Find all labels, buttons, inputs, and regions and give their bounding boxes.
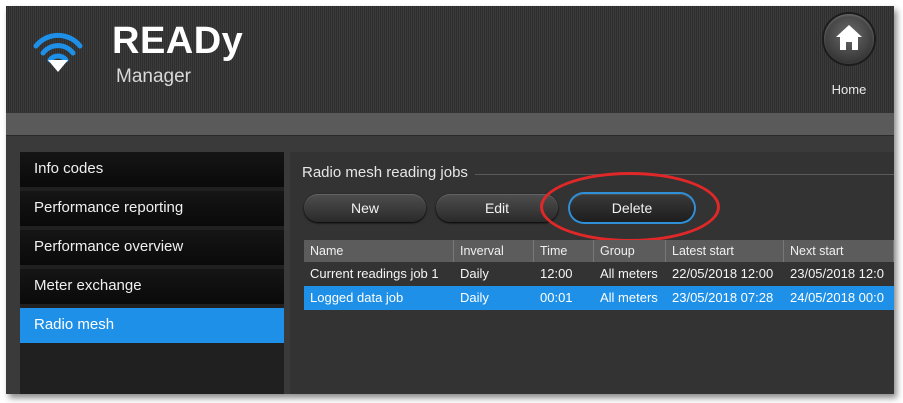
home-icon xyxy=(824,14,874,64)
new-button[interactable]: New xyxy=(304,194,426,222)
home-button[interactable]: Home xyxy=(821,14,877,110)
table-cell: All meters xyxy=(600,290,658,305)
sidebar-item-label: Performance overview xyxy=(34,238,184,255)
table-cell: Logged data job xyxy=(310,290,404,305)
table-cell: 22/05/2018 12:00 xyxy=(672,266,774,281)
main-panel: Radio mesh reading jobs New Edit Delete … xyxy=(290,152,894,394)
toolbar-strip xyxy=(6,113,894,136)
table-cell: 00:01 xyxy=(540,290,573,305)
sidebar-item-performance-reporting[interactable]: Performance reporting xyxy=(20,191,284,226)
table-cell: 12:00 xyxy=(540,266,573,281)
column-header-time[interactable]: Time xyxy=(534,240,594,262)
column-header-latest-start[interactable]: Latest start xyxy=(666,240,784,262)
column-header-group[interactable]: Group xyxy=(594,240,666,262)
column-header-name[interactable]: Name xyxy=(304,240,454,262)
brand-title: READy xyxy=(112,20,244,62)
app-header: READy Manager Home xyxy=(6,6,894,113)
edit-button[interactable]: Edit xyxy=(436,194,558,222)
column-header-interval[interactable]: Inverval xyxy=(454,240,534,262)
sidebar-item-label: Performance reporting xyxy=(34,199,184,216)
sidebar-item-info-codes[interactable]: Info codes xyxy=(20,152,284,187)
brand-subtitle: Manager xyxy=(116,66,191,87)
sidebar-item-label: Radio mesh xyxy=(34,316,115,333)
table-row[interactable]: Current readings job 1 Daily 12:00 All m… xyxy=(304,262,894,286)
table-row[interactable]: Logged data job Daily 00:01 All meters 2… xyxy=(304,286,894,310)
table-cell: 24/05/2018 00:0 xyxy=(790,290,884,305)
sidebar-item-performance-overview[interactable]: Performance overview xyxy=(20,230,284,265)
wifi-download-icon xyxy=(32,24,84,76)
table-cell: All meters xyxy=(600,266,658,281)
sidebar: Info codes Performance reporting Perform… xyxy=(20,152,284,394)
table-cell: Daily xyxy=(460,290,489,305)
table-cell: 23/05/2018 12:0 xyxy=(790,266,884,281)
table-cell: Current readings job 1 xyxy=(310,266,439,281)
table-header: Name Inverval Time Group Latest start Ne… xyxy=(304,240,894,262)
sidebar-item-label: Info codes xyxy=(34,160,104,177)
section-title: Radio mesh reading jobs xyxy=(302,164,468,181)
sidebar-item-meter-exchange[interactable]: Meter exchange xyxy=(20,269,284,304)
column-header-next-start[interactable]: Next start xyxy=(784,240,894,262)
home-label: Home xyxy=(831,82,867,97)
app-window: READy Manager Home Info codes Performanc… xyxy=(6,6,894,394)
section-divider xyxy=(475,174,894,175)
table-cell: 23/05/2018 07:28 xyxy=(672,290,774,305)
sidebar-item-label: Meter exchange xyxy=(34,277,142,294)
jobs-table: Name Inverval Time Group Latest start Ne… xyxy=(304,240,894,310)
delete-button[interactable]: Delete xyxy=(570,194,694,222)
table-cell: Daily xyxy=(460,266,489,281)
sidebar-item-radio-mesh[interactable]: Radio mesh xyxy=(20,308,284,343)
